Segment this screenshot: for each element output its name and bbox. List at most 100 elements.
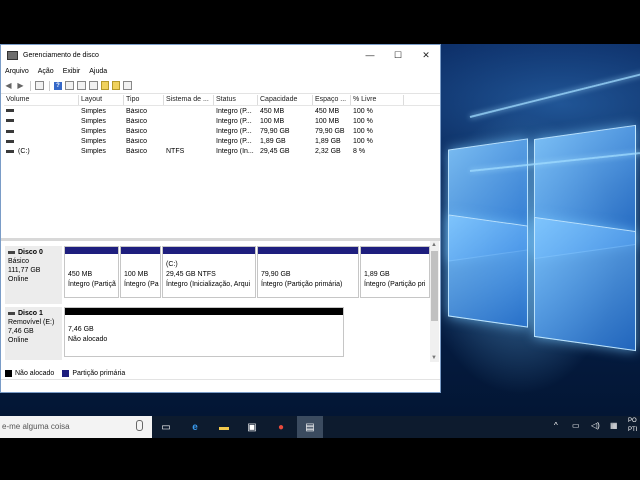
microphone-icon[interactable] — [136, 420, 143, 431]
scroll-down-icon[interactable]: ▼ — [431, 355, 437, 361]
maximize-button[interactable]: ☐ — [384, 45, 412, 65]
menu-exibir[interactable]: Exibir — [63, 68, 81, 75]
table-row[interactable]: Simples Básico Íntegro (P... 450 MB 450 … — [4, 106, 440, 116]
toolbar: ◀ ▶ ? — [1, 78, 440, 94]
partition-size: 450 MB — [68, 271, 93, 278]
edge-icon[interactable]: e — [187, 419, 203, 435]
table-row[interactable]: (C:) Simples Básico NTFS Íntegro (In... … — [4, 147, 440, 157]
partition-unallocated[interactable]: 7,46 GB Não alocado — [64, 307, 344, 357]
espaco-cell: 450 MB — [315, 107, 340, 115]
legend-label: Não alocado — [15, 369, 55, 377]
column-header-volume[interactable]: Volume — [4, 95, 79, 105]
network-icon[interactable]: ▭ — [572, 421, 580, 430]
volume-list-header: Volume Layout Tipo Sistema de ... Status… — [4, 95, 440, 106]
search-box[interactable]: e-me alguma coisa — [0, 416, 152, 438]
column-header-sistema[interactable]: Sistema de ... — [164, 95, 214, 105]
list-view-icon[interactable] — [35, 81, 44, 90]
column-header-tipo[interactable]: Tipo — [124, 95, 164, 105]
disk-icon — [8, 311, 15, 315]
table-row[interactable]: Simples Básico Íntegro (P... 100 MB 100 … — [4, 116, 440, 126]
layout-cell: Simples — [81, 127, 106, 135]
folder-icon[interactable] — [101, 81, 109, 90]
clock-line-2: PTI — [628, 427, 638, 433]
partition-status: Íntegro (Partição pri — [364, 281, 426, 288]
file-explorer-icon[interactable]: ▬ — [216, 419, 232, 435]
column-header-status[interactable]: Status — [214, 95, 258, 105]
scroll-up-icon[interactable]: ▲ — [431, 242, 437, 248]
legend-item-unallocated: Não alocado — [5, 369, 55, 377]
windows-logo-pane-bl — [448, 214, 528, 328]
disk-label[interactable]: Disco 1 Removível (E:) 7,46 GB Online — [5, 307, 62, 360]
sistema-cell: NTFS — [166, 148, 185, 156]
volume-icon[interactable]: ◁) — [591, 421, 600, 430]
column-header-layout[interactable]: Layout — [79, 95, 124, 105]
capacidade-cell: 450 MB — [260, 107, 285, 115]
volume-list: Simples Básico Íntegro (P... 450 MB 450 … — [4, 106, 440, 157]
clock[interactable]: PO PTI — [628, 417, 637, 435]
disk-management-icon: ▤ — [305, 421, 315, 433]
column-header-capacidade[interactable]: Capacidade — [258, 95, 313, 105]
status-cell: Íntegro (P... — [216, 117, 252, 125]
capacidade-cell: 100 MB — [260, 117, 285, 125]
livre-cell: 100 % — [353, 138, 373, 146]
menu-acao[interactable]: Ação — [38, 68, 54, 75]
partition[interactable]: 450 MB Íntegro (Partiçã — [64, 246, 119, 298]
disk-label[interactable]: Disco 0 Básico 111,77 GB Online — [5, 246, 62, 304]
partition[interactable]: 79,90 GB Íntegro (Partição primária) — [257, 246, 359, 298]
scroll-thumb[interactable] — [431, 251, 438, 321]
keyboard-icon[interactable]: ▦ — [610, 421, 618, 430]
show-hidden-icons-icon[interactable]: ^ — [554, 421, 558, 430]
disk-management-taskbar-button[interactable]: ▤ — [297, 416, 323, 438]
tipo-cell: Básico — [126, 117, 148, 125]
forward-arrow-icon[interactable]: ▶ — [16, 81, 25, 90]
back-arrow-icon[interactable]: ◀ — [4, 81, 13, 90]
status-cell: Íntegro (P... — [216, 138, 252, 146]
disk-row-0: Disco 0 Básico 111,77 GB Online 450 MB Ín… — [3, 246, 431, 304]
layout-cell: Simples — [81, 148, 106, 156]
partition[interactable]: (C:) 29,45 GB NTFS Íntegro (Inicialização,… — [162, 246, 256, 298]
capacidade-cell: 29,45 GB — [260, 148, 290, 156]
disk-icon — [8, 250, 15, 254]
layout-cell: Simples — [81, 107, 106, 115]
disk-management-icon — [7, 50, 18, 60]
store-icon[interactable]: ▣ — [244, 419, 260, 435]
disk-name: Disco 1 — [18, 310, 43, 317]
task-view-icon[interactable]: ▭ — [158, 419, 174, 435]
disk-map-scrollbar[interactable]: ▲ ▼ — [430, 241, 439, 362]
menu-arquivo[interactable]: Arquivo — [5, 68, 29, 75]
partition-status: Íntegro (Partição primária) — [261, 281, 343, 288]
status-bar — [1, 379, 440, 392]
volume-name: (C:) — [18, 148, 30, 156]
title-bar[interactable]: Gerenciamento de disco — ☐ ✕ — [1, 45, 440, 65]
close-button[interactable]: ✕ — [412, 45, 440, 65]
view-icon[interactable] — [123, 81, 132, 90]
chrome-icon[interactable]: ● — [273, 419, 289, 435]
column-header-espaco[interactable]: Espaço ... — [313, 95, 351, 105]
disk-name: Disco 0 — [18, 249, 43, 256]
drive-icon — [6, 109, 14, 113]
help-icon[interactable]: ? — [54, 81, 62, 90]
tipo-cell: Básico — [126, 127, 148, 135]
toolbar-separator — [49, 80, 50, 91]
menu-ajuda[interactable]: Ajuda — [89, 68, 107, 75]
partition[interactable]: 1,89 GB Íntegro (Partição pri — [360, 246, 430, 298]
table-row[interactable]: Simples Básico Íntegro (P... 79,90 GB 79… — [4, 126, 440, 136]
disk-type: Removível (E:) — [8, 319, 55, 326]
espaco-cell: 2,32 GB — [315, 148, 341, 156]
settings-icon[interactable] — [89, 81, 98, 90]
drive-icon — [6, 139, 14, 143]
minimize-button[interactable]: — — [356, 45, 384, 65]
column-header-livre[interactable]: % Livre — [351, 95, 404, 105]
partition[interactable]: 100 MB Íntegro (Pa — [120, 246, 161, 298]
disk-row-1: Disco 1 Removível (E:) 7,46 GB Online 7,… — [3, 304, 431, 360]
toolbar-separator — [30, 80, 31, 91]
explore-icon[interactable] — [112, 81, 120, 90]
partition-label — [261, 260, 358, 270]
legend-swatch — [62, 369, 70, 377]
livre-cell: 8 % — [353, 148, 366, 156]
window-title: Gerenciamento de disco — [23, 51, 99, 59]
checklist-icon[interactable] — [77, 81, 86, 90]
partition-status: Íntegro (Partiçã — [68, 281, 116, 288]
properties-icon[interactable] — [65, 81, 74, 90]
table-row[interactable]: Simples Básico Íntegro (P... 1,89 GB 1,8… — [4, 137, 440, 147]
